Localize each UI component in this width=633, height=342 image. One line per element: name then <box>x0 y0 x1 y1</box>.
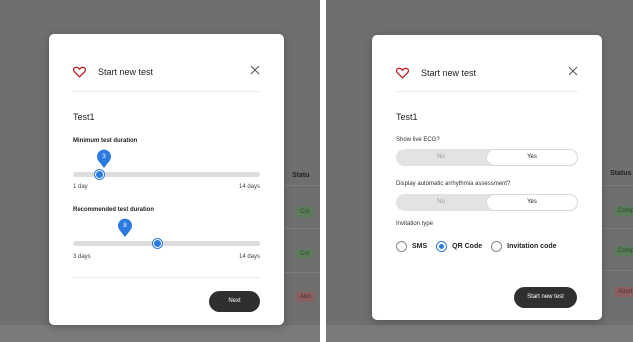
modal-header: Start new test <box>396 63 578 83</box>
arrhythmia-label: Display automatic arrhythmia assessment? <box>396 181 511 187</box>
min-duration-min-label: 1 day <box>73 184 88 190</box>
radio-invitation-code-label[interactable]: Invitation code <box>507 243 556 250</box>
screenshot-stage: Statu Cor Cor Abo Start new test Test1 M… <box>0 0 633 342</box>
invitation-type-group: SMS QR Code Invitation code <box>396 241 566 252</box>
start-new-test-button[interactable]: Start new test <box>514 287 577 308</box>
status-badge: Abort <box>614 287 633 297</box>
close-icon[interactable] <box>250 65 260 75</box>
table-divider <box>602 270 633 271</box>
show-ecg-toggle[interactable]: No Yes <box>396 149 578 166</box>
recommended-duration-min-label: 3 days <box>73 254 91 260</box>
show-ecg-no[interactable]: No <box>396 149 486 166</box>
recommended-duration-slider[interactable] <box>73 239 260 248</box>
table-divider <box>284 185 320 186</box>
status-column-header: Statu <box>292 172 310 179</box>
radio-qr-code-label[interactable]: QR Code <box>452 243 482 250</box>
left-screen: Statu Cor Cor Abo Start new test Test1 M… <box>0 0 320 342</box>
background-footer <box>0 325 320 342</box>
table-divider <box>284 228 320 229</box>
radio-sms[interactable] <box>396 241 407 252</box>
min-duration-thumb[interactable] <box>94 170 104 179</box>
table-divider <box>602 185 633 186</box>
modal-title: Start new test <box>98 67 154 77</box>
status-badge: Cor <box>296 249 314 259</box>
recommended-duration-max-label: 14 days <box>238 254 260 260</box>
heart-icon <box>396 67 409 79</box>
footer-divider <box>73 277 260 278</box>
test-name: Test1 <box>73 112 95 122</box>
show-ecg-label: Show live ECG? <box>396 137 440 143</box>
right-screen: Status Comp Comp Abort Start new test Te… <box>326 0 633 342</box>
arrhythmia-yes[interactable]: Yes <box>486 194 578 211</box>
status-column-header: Status <box>610 170 632 177</box>
min-duration-value: 3 <box>102 154 106 160</box>
header-divider <box>73 91 260 92</box>
radio-sms-label[interactable]: SMS <box>412 243 427 250</box>
recommended-duration-thumb[interactable] <box>152 239 162 248</box>
modal-header: Start new test <box>73 62 260 82</box>
invitation-type-label: Invitation type <box>396 221 434 227</box>
min-duration-max-label: 14 days <box>238 184 260 190</box>
modal-title: Start new test <box>421 68 477 78</box>
status-badge: Comp <box>614 206 633 216</box>
test-name: Test1 <box>396 112 418 122</box>
status-badge: Cor <box>296 207 314 217</box>
next-button[interactable]: Next <box>209 291 260 312</box>
recommended-duration-label: Recommended test duration <box>73 207 155 213</box>
header-divider <box>396 91 578 92</box>
recommended-duration-value: 8 <box>123 223 127 229</box>
heart-icon <box>73 66 86 78</box>
min-duration-label: Minimum test duration <box>73 138 138 144</box>
start-test-modal: Start new test Test1 Show live ECG? No Y… <box>372 35 602 320</box>
start-test-modal: Start new test Test1 Minimum test durati… <box>49 34 284 325</box>
status-badge: Abo <box>296 292 315 302</box>
background-footer <box>326 325 633 342</box>
min-duration-slider[interactable] <box>73 170 260 179</box>
arrhythmia-no[interactable]: No <box>396 194 486 211</box>
show-ecg-yes[interactable]: Yes <box>486 149 578 166</box>
status-badge: Comp <box>614 246 633 256</box>
arrhythmia-toggle[interactable]: No Yes <box>396 194 578 211</box>
radio-invitation-code[interactable] <box>491 241 503 252</box>
table-divider <box>284 272 320 273</box>
radio-qr-code[interactable] <box>436 241 448 252</box>
close-icon[interactable] <box>568 66 578 76</box>
table-divider <box>602 228 633 229</box>
